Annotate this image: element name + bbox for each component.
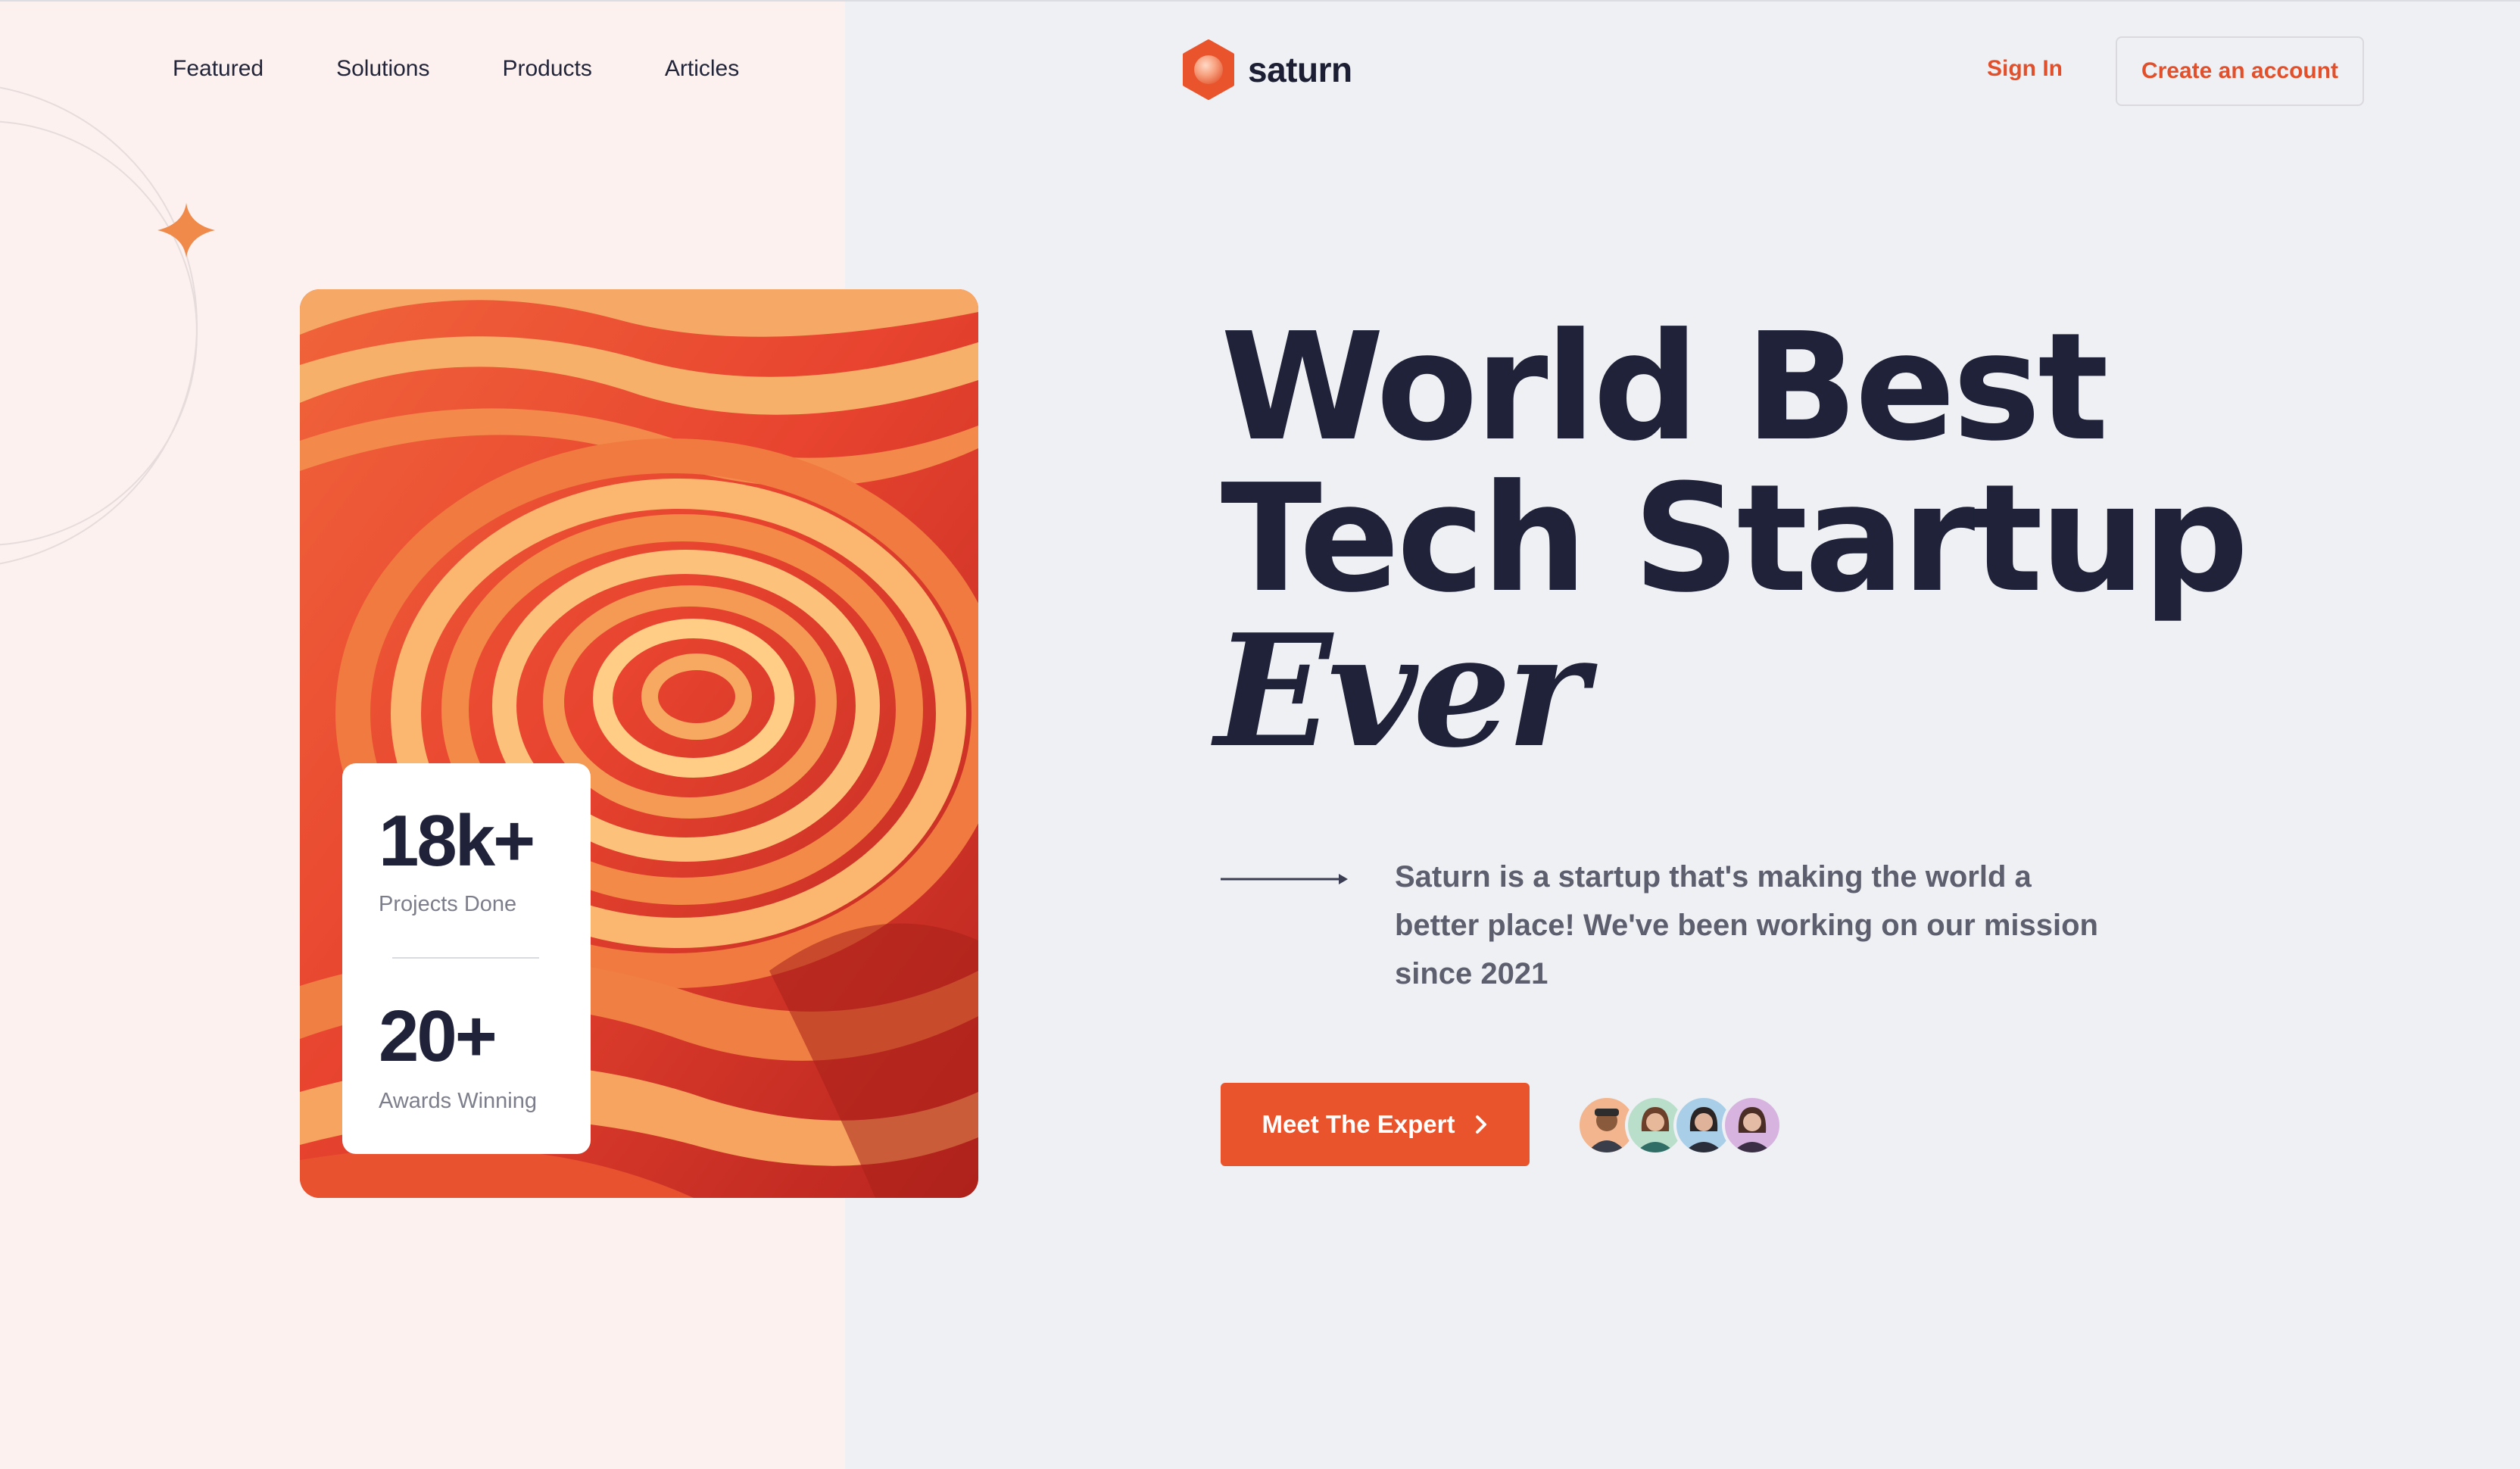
nav-products[interactable]: Products <box>503 56 592 82</box>
hexagon-planet-icon <box>1183 39 1234 100</box>
arc-outer <box>0 86 198 565</box>
headline-line-2: Tech Startup <box>1221 453 2249 625</box>
cta-label: Meet The Expert <box>1262 1110 1455 1138</box>
brand-name: saturn <box>1248 50 1352 89</box>
stat-awards-value: 20+ <box>379 996 497 1077</box>
meet-the-expert-button[interactable]: Meet The Expert <box>1221 1083 1530 1166</box>
stat-projects-label: Projects Done <box>379 892 517 916</box>
avatar[interactable] <box>1722 1095 1782 1156</box>
nav-featured[interactable]: Featured <box>173 56 264 82</box>
create-account-button[interactable]: Create an account <box>2116 36 2364 106</box>
sign-in-link[interactable]: Sign In <box>1987 56 2063 82</box>
headline-line-1: World Best <box>1221 301 2109 474</box>
nav-solutions[interactable]: Solutions <box>336 56 429 82</box>
hero-headline: World Best Tech Startup Ever <box>1215 301 2249 771</box>
chevron-right-icon <box>1476 1115 1487 1134</box>
arc-inner <box>0 120 198 546</box>
person-icon <box>1732 1107 1772 1152</box>
nav-articles[interactable]: Articles <box>665 56 739 82</box>
stat-projects-value: 18k+ <box>379 800 535 881</box>
stats-card: 18k+ Projects Done 20+ Awards Winning <box>342 763 591 1154</box>
brand-logo[interactable]: saturn <box>1180 38 1352 101</box>
hero-description: Saturn is a startup that's making the wo… <box>1395 860 2098 990</box>
main-nav: Featured Solutions Products Articles <box>173 56 812 82</box>
arrow-right-icon <box>1221 874 1348 884</box>
stats-divider <box>392 957 539 959</box>
expert-avatars <box>1577 1095 1789 1156</box>
stat-awards-label: Awards Winning <box>379 1089 538 1113</box>
sparkle-star-icon <box>158 203 215 257</box>
headline-line-3: Ever <box>1215 600 1588 782</box>
